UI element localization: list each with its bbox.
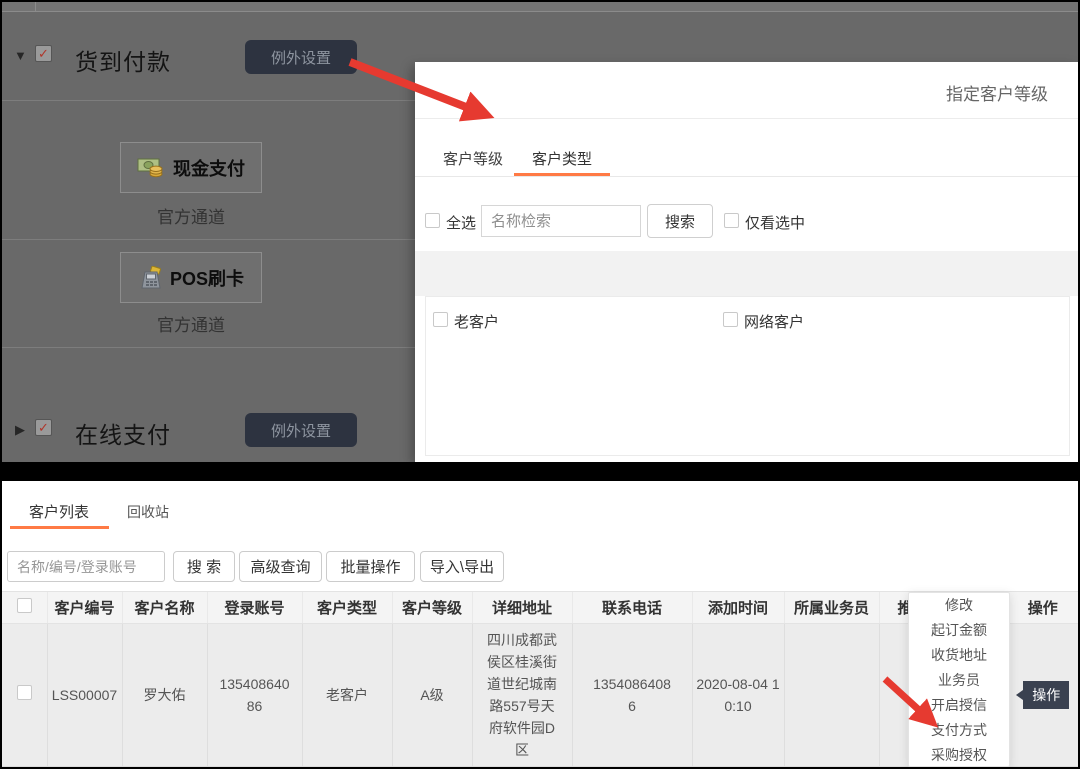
select-all-checkbox[interactable] xyxy=(425,213,440,228)
top-remnant-strip xyxy=(2,2,1078,12)
select-all-label: 全选 xyxy=(446,212,476,233)
customer-list-section: 客户列表 回收站 搜 索 高级查询 批量操作 导入\导出 客户编号 客户名称 登… xyxy=(2,481,1078,767)
menu-item-min-order-amount[interactable]: 起订金额 xyxy=(909,618,1009,643)
online-exception-button[interactable]: 例外设置 xyxy=(245,413,357,447)
advanced-query-button[interactable]: 高级查询 xyxy=(239,551,322,582)
divider xyxy=(415,176,1078,177)
only-selected-label: 仅看选中 xyxy=(745,212,805,233)
menu-item-payment-method[interactable]: 支付方式 xyxy=(909,718,1009,743)
screenshot-frame: ▼ ✓ 货到付款 例外设置 现金支付 官方通道 xyxy=(0,0,1080,769)
col-header-customer-level: 客户等级 xyxy=(392,592,472,624)
divider xyxy=(415,118,1078,119)
option-label-network-customer: 网络客户 xyxy=(744,311,804,332)
expand-triangle-icon[interactable]: ▶ xyxy=(15,422,25,438)
cell-customer-name: 罗大佑 xyxy=(122,624,207,767)
divider xyxy=(2,100,415,101)
search-button[interactable]: 搜 索 xyxy=(173,551,235,582)
header-select-all-checkbox[interactable] xyxy=(17,598,32,613)
channel-label: 官方通道 xyxy=(120,311,262,336)
batch-operation-button[interactable]: 批量操作 xyxy=(326,551,415,582)
cash-icon xyxy=(137,157,167,179)
menu-item-enable-credit[interactable]: 开启授信 xyxy=(909,693,1009,718)
col-header-salesman: 所属业务员 xyxy=(784,592,879,624)
cell-login-account: 13540864086 xyxy=(207,624,302,767)
name-search-input[interactable] xyxy=(481,205,641,237)
cell-customer-no: LSS00007 xyxy=(47,624,122,767)
modal-gray-band xyxy=(415,251,1078,296)
import-export-button[interactable]: 导入\导出 xyxy=(420,551,504,582)
only-selected-checkbox[interactable] xyxy=(724,213,739,228)
customer-type-options-box: 老客户 网络客户 xyxy=(425,296,1070,456)
action-pointer-icon xyxy=(1016,690,1023,700)
collapse-triangle-icon[interactable]: ▼ xyxy=(14,48,27,63)
cell-customer-level: A级 xyxy=(392,624,472,767)
channel-label: 官方通道 xyxy=(120,203,262,228)
payment-method-label: POS刷卡 xyxy=(170,265,244,291)
col-header-add-time: 添加时间 xyxy=(692,592,784,624)
divider xyxy=(2,239,415,240)
active-tab-underline xyxy=(10,526,109,529)
check-icon: ✓ xyxy=(38,420,49,436)
option-checkbox-old-customer[interactable] xyxy=(433,312,448,327)
cell-address: 四川成都武侯区桂溪街道世纪城南路557号天府软件园D区 xyxy=(472,624,572,767)
col-header-customer-no: 客户编号 xyxy=(47,592,122,624)
col-header-customer-name: 客户名称 xyxy=(122,592,207,624)
payment-method-pos-card[interactable]: POS刷卡 xyxy=(120,252,262,303)
col-header-login-account: 登录账号 xyxy=(207,592,302,624)
check-icon: ✓ xyxy=(38,46,49,62)
row-checkbox[interactable] xyxy=(17,685,32,700)
tab-customer-list[interactable]: 客户列表 xyxy=(29,501,89,522)
menu-item-delivery-address[interactable]: 收货地址 xyxy=(909,643,1009,668)
cod-exception-button[interactable]: 例外设置 xyxy=(245,40,357,74)
tab-customer-type[interactable]: 客户类型 xyxy=(514,142,610,174)
col-header-action: 操作 xyxy=(1007,592,1078,624)
assign-customer-level-modal: 指定客户等级 客户等级 客户类型 全选 搜索 仅看选中 老客户 网络客户 xyxy=(415,62,1078,462)
payment-settings-dimmed: ▼ ✓ 货到付款 例外设置 现金支付 官方通道 xyxy=(2,2,1078,462)
menu-item-purchase-authorization[interactable]: 采购授权 xyxy=(909,743,1009,768)
col-header-address: 详细地址 xyxy=(472,592,572,624)
customer-search-input[interactable] xyxy=(7,551,165,582)
online-checkbox[interactable]: ✓ xyxy=(35,419,52,436)
col-header-phone: 联系电话 xyxy=(572,592,692,624)
separator-band xyxy=(2,462,1078,481)
online-group-label: 在线支付 xyxy=(75,416,171,450)
modal-search-button[interactable]: 搜索 xyxy=(647,204,713,238)
tab-customer-level[interactable]: 客户等级 xyxy=(435,142,511,174)
cell-action: 操作 xyxy=(1007,624,1078,767)
cell-customer-type: 老客户 xyxy=(302,624,392,767)
row-context-menu: 修改 起订金额 收货地址 业务员 开启授信 支付方式 采购授权 xyxy=(908,592,1010,767)
cod-checkbox[interactable]: ✓ xyxy=(35,45,52,62)
top-remnant-line xyxy=(35,2,36,12)
cell-add-time: 2020-08-04 10:10 xyxy=(692,624,784,767)
menu-item-modify[interactable]: 修改 xyxy=(909,593,1009,618)
cell-phone: 13540864086 xyxy=(572,624,692,767)
option-label-old-customer: 老客户 xyxy=(454,311,499,332)
col-header-customer-type: 客户类型 xyxy=(302,592,392,624)
modal-title: 指定客户等级 xyxy=(946,80,1048,105)
menu-item-salesman[interactable]: 业务员 xyxy=(909,668,1009,693)
payment-method-label: 现金支付 xyxy=(173,155,245,181)
pos-icon xyxy=(138,266,164,290)
payment-method-cash-card[interactable]: 现金支付 xyxy=(120,142,262,193)
tab-recycle-bin[interactable]: 回收站 xyxy=(127,502,169,522)
cell-salesman xyxy=(784,624,879,767)
option-checkbox-network-customer[interactable] xyxy=(723,312,738,327)
row-action-button[interactable]: 操作 xyxy=(1023,681,1069,709)
divider xyxy=(2,347,415,348)
cod-group-label: 货到付款 xyxy=(75,43,171,77)
